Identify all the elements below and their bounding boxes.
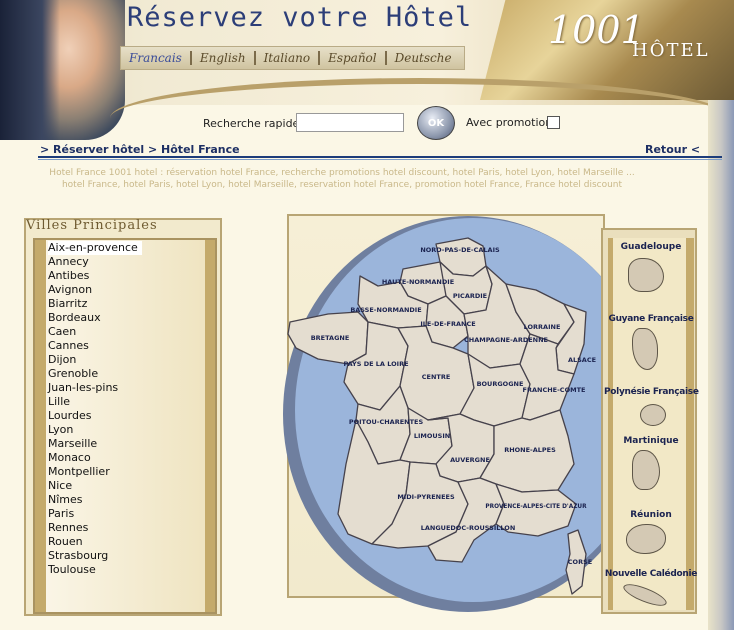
ok-button-label: OK xyxy=(427,117,445,129)
city-link[interactable]: Avignon xyxy=(48,283,92,297)
language-bar: Francais English Italiano Español Deutsc… xyxy=(120,46,465,70)
label-centre: CENTRE xyxy=(422,373,451,381)
polynesie-icon[interactable] xyxy=(640,404,666,426)
lang-deutsche[interactable]: Deutsche xyxy=(387,51,460,65)
label-bretagne: BRETAGNE xyxy=(311,334,350,342)
overseas-polynesie[interactable]: Polynésie Française xyxy=(604,387,699,397)
label-ile-de-france: ILE-DE-FRANCE xyxy=(420,320,475,328)
label-champagne: CHAMPAGNE-ARDENNE xyxy=(464,336,548,344)
city-link[interactable]: Toulouse xyxy=(48,563,96,577)
lang-english[interactable]: English xyxy=(192,51,256,65)
logo-word: HÔTEL xyxy=(632,40,710,61)
ok-bell-button[interactable]: OK xyxy=(417,106,455,140)
label-poitou: POITOU-CHARENTES xyxy=(349,418,424,426)
breadcrumb-underline-secondary xyxy=(38,159,722,160)
label-haute-normandie: HAUTE-NORMANDIE xyxy=(382,278,454,286)
label-basse-normandie: BASSE-NORMANDIE xyxy=(350,306,421,314)
back-link[interactable]: Retour < xyxy=(645,143,700,156)
label-corse: CORSE xyxy=(568,558,592,566)
label-languedoc: LANGUEDOC-ROUSSILLON xyxy=(421,524,516,532)
label-nord: NORD-PAS-DE-CALAIS xyxy=(420,246,500,254)
overseas-guyane[interactable]: Guyane Française xyxy=(604,314,698,324)
label-paca: PROVENCE-ALPES-CITE D'AZUR xyxy=(485,504,587,510)
city-link[interactable]: Nîmes xyxy=(48,493,83,507)
seo-text: Hotel France 1001 hotel : réservation ho… xyxy=(40,167,644,191)
overseas-guadeloupe[interactable]: Guadeloupe xyxy=(608,242,694,252)
label-picardie: PICARDIE xyxy=(453,292,487,300)
search-input[interactable] xyxy=(296,113,404,132)
city-link[interactable]: Montpellier xyxy=(48,465,110,479)
city-link[interactable]: Annecy xyxy=(48,255,89,269)
martinique-icon[interactable] xyxy=(632,450,660,490)
page-title: Réservez votre Hôtel xyxy=(127,2,473,33)
woman-photo-hair xyxy=(0,0,60,140)
search-label: Recherche rapide xyxy=(203,117,300,130)
lang-espanol[interactable]: Español xyxy=(320,51,387,65)
city-link[interactable]: Monaco xyxy=(48,451,91,465)
city-link[interactable]: Bordeaux xyxy=(48,311,101,325)
guadeloupe-icon[interactable] xyxy=(628,258,664,292)
seo-text-line-2: hotel France, hotel Paris, hotel Lyon, h… xyxy=(61,180,623,190)
logo-number: 1001 xyxy=(548,8,645,52)
overseas-reunion[interactable]: Réunion xyxy=(608,510,694,520)
city-link[interactable]: Antibes xyxy=(48,269,89,283)
label-alsace: ALSACE xyxy=(568,356,596,364)
reunion-icon[interactable] xyxy=(626,524,666,554)
label-midi-pyrenees: MIDI-PYRENEES xyxy=(397,493,455,501)
city-link[interactable]: Marseille xyxy=(48,437,97,451)
city-link[interactable]: Rouen xyxy=(48,535,83,549)
breadcrumb[interactable]: > Réserver hôtel > Hôtel France xyxy=(40,143,240,156)
france-map: NORD-PAS-DE-CALAIS HAUTE-NORMANDIE PICAR… xyxy=(283,216,608,612)
city-link[interactable]: Cannes xyxy=(48,339,89,353)
city-link[interactable]: Juan-les-pins xyxy=(48,381,118,395)
label-franche-comte: FRANCHE-COMTE xyxy=(523,386,586,394)
cities-title: Villes Principales xyxy=(26,218,158,233)
lang-italiano[interactable]: Italiano xyxy=(256,51,321,65)
right-decoration xyxy=(708,100,734,630)
seo-text-line-1: Hotel France 1001 hotel : réservation ho… xyxy=(49,168,635,178)
city-link[interactable]: Lourdes xyxy=(48,409,91,423)
label-pays-loire: PAYS DE LA LOIRE xyxy=(343,360,408,368)
cities-list: Aix-en-provence Annecy Antibes Avignon B… xyxy=(33,238,217,614)
city-link[interactable]: Lyon xyxy=(48,423,73,437)
city-link[interactable]: Nice xyxy=(48,479,72,493)
overseas-nouvelle-caledonie[interactable]: Nouvelle Calédonie xyxy=(604,569,698,579)
city-link[interactable]: Grenoble xyxy=(48,367,98,381)
city-link[interactable]: Lille xyxy=(48,395,70,409)
label-auvergne: AUVERGNE xyxy=(450,456,490,464)
city-link[interactable]: Biarritz xyxy=(48,297,87,311)
city-link[interactable]: Strasbourg xyxy=(48,549,108,563)
city-link[interactable]: Dijon xyxy=(48,353,76,367)
promo-checkbox[interactable] xyxy=(547,116,560,129)
overseas-martinique[interactable]: Martinique xyxy=(608,436,694,446)
label-lorraine: LORRAINE xyxy=(524,323,561,331)
city-link[interactable]: Caen xyxy=(48,325,76,339)
city-link[interactable]: Aix-en-provence xyxy=(48,241,142,255)
label-rhone-alpes: RHONE-ALPES xyxy=(504,446,556,454)
label-limousin: LIMOUSIN xyxy=(414,432,450,440)
city-link[interactable]: Paris xyxy=(48,507,74,521)
label-bourgogne: BOURGOGNE xyxy=(477,380,524,388)
promo-label: Avec promotion xyxy=(466,116,553,129)
lang-francais[interactable]: Francais xyxy=(121,51,192,65)
city-link[interactable]: Rennes xyxy=(48,521,88,535)
